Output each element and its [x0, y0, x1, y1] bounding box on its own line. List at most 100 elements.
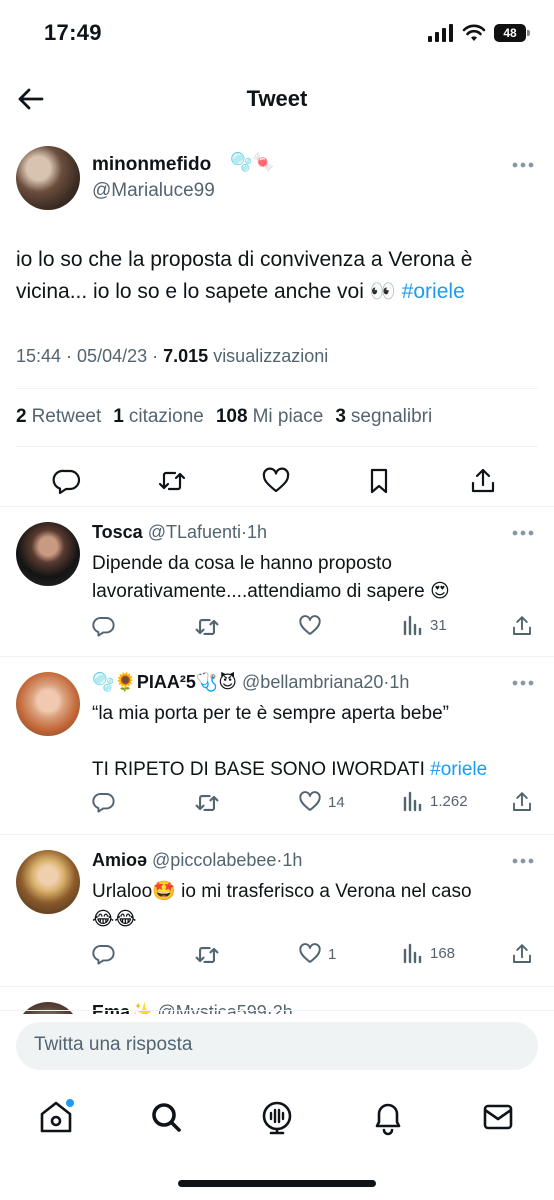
views-count: 1.262: [430, 792, 468, 810]
tab-messages[interactable]: [478, 1097, 518, 1137]
avatar[interactable]: [16, 672, 80, 736]
bookmark-stat[interactable]: 3 segnalibri: [335, 406, 432, 428]
reply-text: Urlaloo🤩 io mi trasferisco a Verona nel …: [92, 878, 542, 934]
reply-actions: 31: [92, 614, 542, 644]
avatar[interactable]: [16, 146, 80, 210]
like-label: Mi piace: [252, 406, 324, 427]
author-handle[interactable]: @Marialuce99: [92, 180, 215, 202]
share-icon: [513, 616, 531, 635]
reply-tweet[interactable]: 🫧🌻PIAA²5🩺😈 @bellambriana20·1h “la mia po…: [0, 658, 554, 834]
bookmark-icon[interactable]: [364, 466, 394, 496]
status-time: 17:49: [44, 20, 102, 45]
more-options-icon[interactable]: [512, 680, 534, 686]
reply-text-line-2: TI RIPETO DI BASE SONO IWORDATI #oriele: [92, 756, 542, 784]
reply-spacer: [92, 728, 542, 756]
reply-author-handle[interactable]: @TLafuenti: [148, 522, 241, 542]
more-options-icon[interactable]: [512, 530, 534, 536]
like-icon: [299, 615, 321, 635]
like-button[interactable]: 1: [298, 942, 336, 966]
status-icons: 48: [428, 24, 530, 42]
like-stat[interactable]: 108 Mi piace: [216, 406, 323, 428]
reply-author-name[interactable]: Amioə: [92, 850, 147, 870]
like-count: 1: [328, 945, 337, 963]
notification-dot: [66, 1099, 74, 1107]
bookmark-label: segnalibri: [350, 406, 433, 427]
signal-icon: [428, 24, 453, 42]
reply-author-name[interactable]: Ema✨: [92, 1002, 152, 1014]
like-button[interactable]: [298, 614, 328, 638]
tab-spaces[interactable]: [257, 1097, 297, 1137]
reply-icon: [92, 945, 115, 965]
views-button[interactable]: 31: [402, 614, 447, 636]
divider: [0, 986, 554, 987]
reply-button[interactable]: [92, 942, 116, 966]
like-icon: [299, 943, 321, 963]
share-icon: [513, 944, 531, 963]
tab-search[interactable]: [146, 1097, 186, 1137]
reply-button[interactable]: [92, 790, 116, 814]
tab-home[interactable]: [36, 1097, 76, 1137]
hashtag-link[interactable]: #oriele: [402, 280, 465, 303]
author-name[interactable]: minonmefido: [92, 154, 211, 176]
quote-stat[interactable]: 1 citazione: [113, 406, 204, 428]
reply-author-name[interactable]: 🫧🌻PIAA²5🩺😈: [92, 672, 237, 692]
tab-notifications[interactable]: [368, 1097, 408, 1137]
like-icon[interactable]: [261, 466, 291, 496]
views-count: 31: [430, 616, 447, 634]
bottom-tab-bar: [0, 1085, 554, 1155]
reply-actions: 1 168: [92, 942, 542, 972]
hashtag-link[interactable]: #oriele: [430, 759, 487, 780]
retweet-icon[interactable]: [157, 466, 187, 496]
quote-count: 1: [113, 406, 124, 427]
share-button[interactable]: [510, 790, 534, 814]
bookmark-count: 3: [335, 406, 346, 427]
battery-level: 48: [503, 26, 517, 40]
mail-icon: [483, 1104, 513, 1130]
more-options-icon[interactable]: [512, 858, 534, 864]
analytics-icon: [403, 943, 422, 964]
avatar[interactable]: [16, 850, 80, 914]
reply-actions: 14 1.262: [92, 790, 542, 820]
retweet-button[interactable]: [194, 790, 220, 816]
share-button[interactable]: [510, 942, 534, 966]
reply-time: 2h: [272, 1002, 293, 1014]
reply-author-handle[interactable]: @Mystica599: [157, 1002, 266, 1014]
reply-author-name[interactable]: Tosca: [92, 522, 143, 542]
reply-text-line-2-body: TI RIPETO DI BASE SONO IWORDATI: [92, 759, 431, 780]
reply-compose-input[interactable]: Twitta una risposta: [16, 1022, 538, 1070]
more-options-icon[interactable]: [512, 162, 534, 168]
retweet-icon: [195, 619, 219, 635]
reply-time: 1h: [389, 672, 410, 692]
share-icon[interactable]: [468, 466, 498, 496]
nav-header: Tweet: [0, 70, 554, 128]
retweet-count: 2: [16, 406, 27, 427]
retweet-button[interactable]: [194, 614, 220, 640]
page-title: Tweet: [246, 86, 308, 111]
reply-header: Ema✨ @Mystica599·2h: [92, 1002, 293, 1014]
like-button[interactable]: 14: [298, 790, 345, 814]
reply-author-handle[interactable]: @piccolabebee: [152, 850, 276, 870]
wifi-icon: [462, 24, 486, 41]
share-icon: [513, 792, 531, 811]
battery-icon: 48: [494, 24, 530, 42]
reply-tweet[interactable]: Amioə @piccolabebee·1h Urlaloo🤩 io mi tr…: [0, 836, 554, 984]
tweet-actions: [0, 460, 554, 504]
reply-icon[interactable]: [52, 466, 82, 496]
reply-button[interactable]: [92, 614, 116, 638]
reply-tweet[interactable]: Tosca @TLafuenti·1h Dipende da cosa le h…: [0, 508, 554, 656]
reply-text-line-2: lavorativamente....attendiamo di sapere …: [92, 581, 450, 602]
like-count: 108: [215, 406, 248, 427]
avatar[interactable]: [16, 1002, 80, 1014]
tweet-date: 05/04/23: [77, 346, 148, 366]
retweet-button[interactable]: [194, 942, 220, 968]
views-button[interactable]: 1.262: [402, 790, 468, 812]
reply-author-handle[interactable]: @bellambriana20: [242, 672, 383, 692]
analytics-icon: [403, 791, 422, 812]
views-button[interactable]: 168: [402, 942, 455, 964]
reply-text-line-1: Urlaloo🤩 io mi trasferisco a Verona nel …: [92, 881, 472, 902]
reply-icon: [92, 617, 115, 637]
share-button[interactable]: [510, 614, 534, 638]
retweet-stat[interactable]: 2 Retweet: [16, 406, 101, 428]
avatar[interactable]: [16, 522, 80, 586]
reply-text-line-1: “la mia porta per te è sempre aperta beb…: [92, 703, 449, 724]
